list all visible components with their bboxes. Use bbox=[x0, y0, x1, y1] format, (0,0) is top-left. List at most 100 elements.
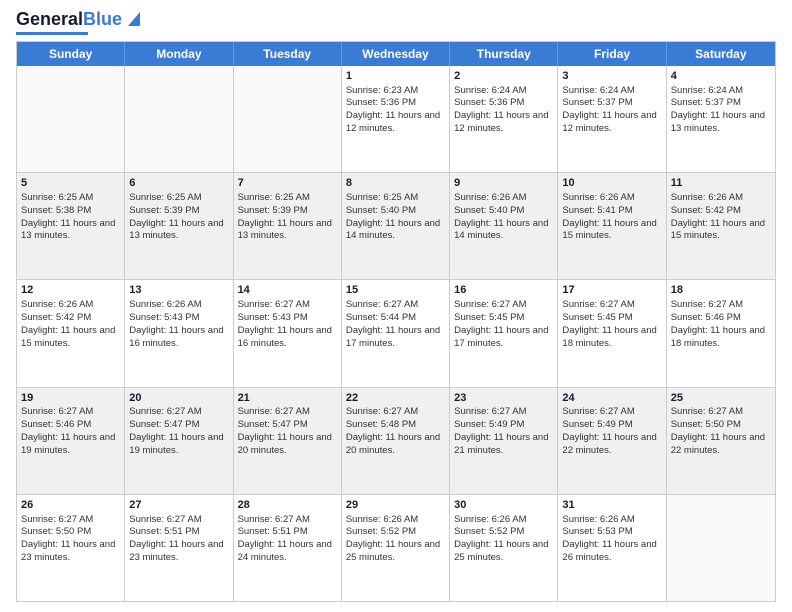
sunrise-text: Sunrise: 6:27 AM bbox=[346, 299, 445, 312]
daylight-text: Daylight: 11 hours and 25 minutes. bbox=[346, 539, 445, 565]
calendar-cell: 26Sunrise: 6:27 AMSunset: 5:50 PMDayligh… bbox=[17, 495, 125, 601]
sunrise-text: Sunrise: 6:27 AM bbox=[671, 299, 771, 312]
calendar-cell: 9Sunrise: 6:26 AMSunset: 5:40 PMDaylight… bbox=[450, 173, 558, 279]
daylight-text: Daylight: 11 hours and 12 minutes. bbox=[454, 110, 553, 136]
daylight-text: Daylight: 11 hours and 13 minutes. bbox=[671, 110, 771, 136]
calendar-cell bbox=[125, 66, 233, 172]
calendar-cell: 10Sunrise: 6:26 AMSunset: 5:41 PMDayligh… bbox=[558, 173, 666, 279]
day-number: 31 bbox=[562, 498, 661, 513]
sunrise-text: Sunrise: 6:27 AM bbox=[454, 299, 553, 312]
sunrise-text: Sunrise: 6:27 AM bbox=[238, 299, 337, 312]
logo-underline bbox=[16, 32, 88, 35]
sunrise-text: Sunrise: 6:26 AM bbox=[21, 299, 120, 312]
header-day-tuesday: Tuesday bbox=[234, 42, 342, 66]
sunrise-text: Sunrise: 6:26 AM bbox=[454, 514, 553, 527]
day-number: 1 bbox=[346, 69, 445, 84]
sunrise-text: Sunrise: 6:26 AM bbox=[454, 192, 553, 205]
calendar-cell bbox=[234, 66, 342, 172]
day-number: 6 bbox=[129, 176, 228, 191]
day-number: 14 bbox=[238, 283, 337, 298]
calendar-cell: 11Sunrise: 6:26 AMSunset: 5:42 PMDayligh… bbox=[667, 173, 775, 279]
sunrise-text: Sunrise: 6:27 AM bbox=[129, 514, 228, 527]
daylight-text: Daylight: 11 hours and 16 minutes. bbox=[238, 325, 337, 351]
day-number: 27 bbox=[129, 498, 228, 513]
calendar-cell bbox=[667, 495, 775, 601]
calendar-cell: 18Sunrise: 6:27 AMSunset: 5:46 PMDayligh… bbox=[667, 280, 775, 386]
sunrise-text: Sunrise: 6:26 AM bbox=[562, 192, 661, 205]
calendar-cell: 23Sunrise: 6:27 AMSunset: 5:49 PMDayligh… bbox=[450, 388, 558, 494]
calendar: SundayMondayTuesdayWednesdayThursdayFrid… bbox=[16, 41, 776, 602]
sunset-text: Sunset: 5:42 PM bbox=[671, 205, 771, 218]
day-number: 5 bbox=[21, 176, 120, 191]
day-number: 13 bbox=[129, 283, 228, 298]
sunrise-text: Sunrise: 6:24 AM bbox=[454, 85, 553, 98]
calendar-cell: 12Sunrise: 6:26 AMSunset: 5:42 PMDayligh… bbox=[17, 280, 125, 386]
calendar-cell: 4Sunrise: 6:24 AMSunset: 5:37 PMDaylight… bbox=[667, 66, 775, 172]
calendar-week-5: 26Sunrise: 6:27 AMSunset: 5:50 PMDayligh… bbox=[17, 494, 775, 601]
day-number: 28 bbox=[238, 498, 337, 513]
calendar-cell: 29Sunrise: 6:26 AMSunset: 5:52 PMDayligh… bbox=[342, 495, 450, 601]
calendar-cell: 16Sunrise: 6:27 AMSunset: 5:45 PMDayligh… bbox=[450, 280, 558, 386]
day-number: 22 bbox=[346, 391, 445, 406]
calendar-cell: 13Sunrise: 6:26 AMSunset: 5:43 PMDayligh… bbox=[125, 280, 233, 386]
sunset-text: Sunset: 5:49 PM bbox=[454, 419, 553, 432]
header-day-saturday: Saturday bbox=[667, 42, 775, 66]
calendar-cell: 7Sunrise: 6:25 AMSunset: 5:39 PMDaylight… bbox=[234, 173, 342, 279]
daylight-text: Daylight: 11 hours and 14 minutes. bbox=[346, 218, 445, 244]
calendar-cell: 22Sunrise: 6:27 AMSunset: 5:48 PMDayligh… bbox=[342, 388, 450, 494]
calendar-cell: 8Sunrise: 6:25 AMSunset: 5:40 PMDaylight… bbox=[342, 173, 450, 279]
sunset-text: Sunset: 5:52 PM bbox=[346, 526, 445, 539]
sunset-text: Sunset: 5:47 PM bbox=[129, 419, 228, 432]
day-number: 11 bbox=[671, 176, 771, 191]
daylight-text: Daylight: 11 hours and 19 minutes. bbox=[21, 432, 120, 458]
sunrise-text: Sunrise: 6:26 AM bbox=[671, 192, 771, 205]
sunrise-text: Sunrise: 6:25 AM bbox=[346, 192, 445, 205]
daylight-text: Daylight: 11 hours and 26 minutes. bbox=[562, 539, 661, 565]
day-number: 23 bbox=[454, 391, 553, 406]
logo-triangle-icon bbox=[124, 8, 144, 28]
sunset-text: Sunset: 5:41 PM bbox=[562, 205, 661, 218]
calendar-cell: 28Sunrise: 6:27 AMSunset: 5:51 PMDayligh… bbox=[234, 495, 342, 601]
calendar-cell: 14Sunrise: 6:27 AMSunset: 5:43 PMDayligh… bbox=[234, 280, 342, 386]
page: GeneralBlue SundayMondayTuesdayWednesday… bbox=[0, 0, 792, 612]
sunrise-text: Sunrise: 6:25 AM bbox=[129, 192, 228, 205]
calendar-cell: 19Sunrise: 6:27 AMSunset: 5:46 PMDayligh… bbox=[17, 388, 125, 494]
sunrise-text: Sunrise: 6:27 AM bbox=[454, 406, 553, 419]
sunrise-text: Sunrise: 6:24 AM bbox=[671, 85, 771, 98]
sunrise-text: Sunrise: 6:27 AM bbox=[238, 514, 337, 527]
calendar-header: SundayMondayTuesdayWednesdayThursdayFrid… bbox=[17, 42, 775, 66]
sunset-text: Sunset: 5:46 PM bbox=[21, 419, 120, 432]
sunset-text: Sunset: 5:37 PM bbox=[671, 97, 771, 110]
day-number: 30 bbox=[454, 498, 553, 513]
day-number: 16 bbox=[454, 283, 553, 298]
sunrise-text: Sunrise: 6:27 AM bbox=[21, 406, 120, 419]
daylight-text: Daylight: 11 hours and 24 minutes. bbox=[238, 539, 337, 565]
daylight-text: Daylight: 11 hours and 15 minutes. bbox=[671, 218, 771, 244]
header-day-friday: Friday bbox=[558, 42, 666, 66]
sunset-text: Sunset: 5:44 PM bbox=[346, 312, 445, 325]
daylight-text: Daylight: 11 hours and 20 minutes. bbox=[346, 432, 445, 458]
header-day-sunday: Sunday bbox=[17, 42, 125, 66]
sunset-text: Sunset: 5:53 PM bbox=[562, 526, 661, 539]
calendar-cell: 20Sunrise: 6:27 AMSunset: 5:47 PMDayligh… bbox=[125, 388, 233, 494]
calendar-cell bbox=[17, 66, 125, 172]
day-number: 9 bbox=[454, 176, 553, 191]
day-number: 29 bbox=[346, 498, 445, 513]
day-number: 24 bbox=[562, 391, 661, 406]
sunrise-text: Sunrise: 6:24 AM bbox=[562, 85, 661, 98]
daylight-text: Daylight: 11 hours and 25 minutes. bbox=[454, 539, 553, 565]
daylight-text: Daylight: 11 hours and 17 minutes. bbox=[346, 325, 445, 351]
calendar-cell: 30Sunrise: 6:26 AMSunset: 5:52 PMDayligh… bbox=[450, 495, 558, 601]
sunrise-text: Sunrise: 6:26 AM bbox=[562, 514, 661, 527]
daylight-text: Daylight: 11 hours and 15 minutes. bbox=[562, 218, 661, 244]
daylight-text: Daylight: 11 hours and 18 minutes. bbox=[562, 325, 661, 351]
sunset-text: Sunset: 5:47 PM bbox=[238, 419, 337, 432]
sunset-text: Sunset: 5:42 PM bbox=[21, 312, 120, 325]
day-number: 8 bbox=[346, 176, 445, 191]
sunset-text: Sunset: 5:38 PM bbox=[21, 205, 120, 218]
calendar-cell: 2Sunrise: 6:24 AMSunset: 5:36 PMDaylight… bbox=[450, 66, 558, 172]
sunset-text: Sunset: 5:36 PM bbox=[346, 97, 445, 110]
daylight-text: Daylight: 11 hours and 16 minutes. bbox=[129, 325, 228, 351]
daylight-text: Daylight: 11 hours and 14 minutes. bbox=[454, 218, 553, 244]
daylight-text: Daylight: 11 hours and 22 minutes. bbox=[671, 432, 771, 458]
